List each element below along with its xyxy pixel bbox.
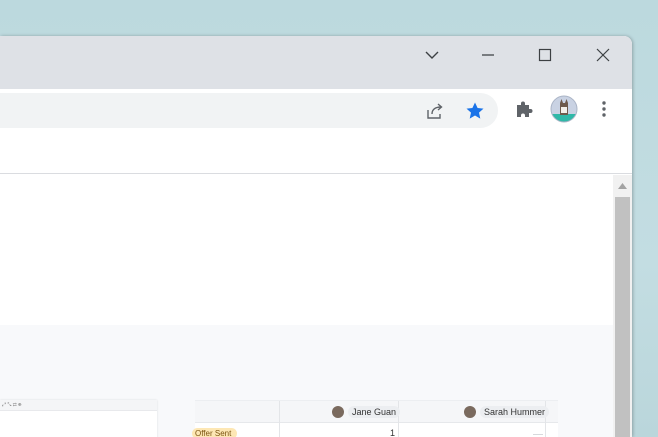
browser-window: ⤢ ⤡ ⇄ ⊕ Jane Guan Sarah Hummer Offer Sen… xyxy=(0,36,632,437)
minimize-icon xyxy=(482,54,494,56)
bookmark-button[interactable] xyxy=(457,93,493,129)
profile-button[interactable] xyxy=(546,91,582,127)
share-button[interactable] xyxy=(417,93,453,129)
status-badge[interactable]: Offer Sent xyxy=(192,428,238,437)
minimize-button[interactable] xyxy=(466,40,510,70)
scrollbar-thumb[interactable] xyxy=(615,197,630,437)
thumbnail-toolbar: ⤢ ⤡ ⇄ ⊕ xyxy=(0,400,157,411)
tab-search-button[interactable] xyxy=(410,40,454,70)
browser-toolbar xyxy=(0,89,632,129)
maximize-button[interactable] xyxy=(523,40,567,70)
column-header-assignee[interactable]: Sarah Hummer xyxy=(464,405,550,419)
maximize-icon xyxy=(538,48,552,62)
assignee-name: Jane Guan xyxy=(348,406,401,418)
data-table: Jane Guan Sarah Hummer Offer Sent 1 xyxy=(192,400,558,437)
scroll-up-button[interactable] xyxy=(613,179,632,193)
address-bar[interactable] xyxy=(0,93,498,128)
vertical-scrollbar[interactable] xyxy=(613,175,632,437)
avatar xyxy=(550,95,578,123)
thumbnail-toolbar-text: ⤢ ⤡ ⇄ ⊕ xyxy=(2,402,22,408)
close-button[interactable] xyxy=(581,40,625,70)
close-icon xyxy=(596,48,610,62)
page-content: ⤢ ⤡ ⇄ ⊕ Jane Guan Sarah Hummer Offer Sen… xyxy=(0,175,613,437)
content-panel: ⤢ ⤡ ⇄ ⊕ Jane Guan Sarah Hummer Offer Sen… xyxy=(0,325,613,437)
triangle-up-icon xyxy=(618,183,627,189)
column-header-assignee[interactable]: Jane Guan xyxy=(332,405,401,419)
table-cell-count[interactable]: 1 xyxy=(375,428,395,437)
extensions-button[interactable] xyxy=(506,91,542,127)
avatar xyxy=(464,406,476,418)
star-icon xyxy=(466,102,484,119)
menu-button[interactable] xyxy=(586,91,622,127)
chevron-down-icon xyxy=(425,51,439,59)
kebab-menu-icon xyxy=(602,101,606,117)
avatar xyxy=(332,406,344,418)
assignee-name: Sarah Hummer xyxy=(480,406,550,418)
puzzle-icon xyxy=(517,101,533,117)
column-divider xyxy=(279,401,280,437)
share-icon xyxy=(427,103,443,119)
table-cell-empty[interactable] xyxy=(533,434,543,435)
preview-thumbnail[interactable]: ⤢ ⤡ ⇄ ⊕ xyxy=(0,400,157,437)
title-bar xyxy=(0,36,632,89)
bookmarks-bar xyxy=(0,129,632,174)
